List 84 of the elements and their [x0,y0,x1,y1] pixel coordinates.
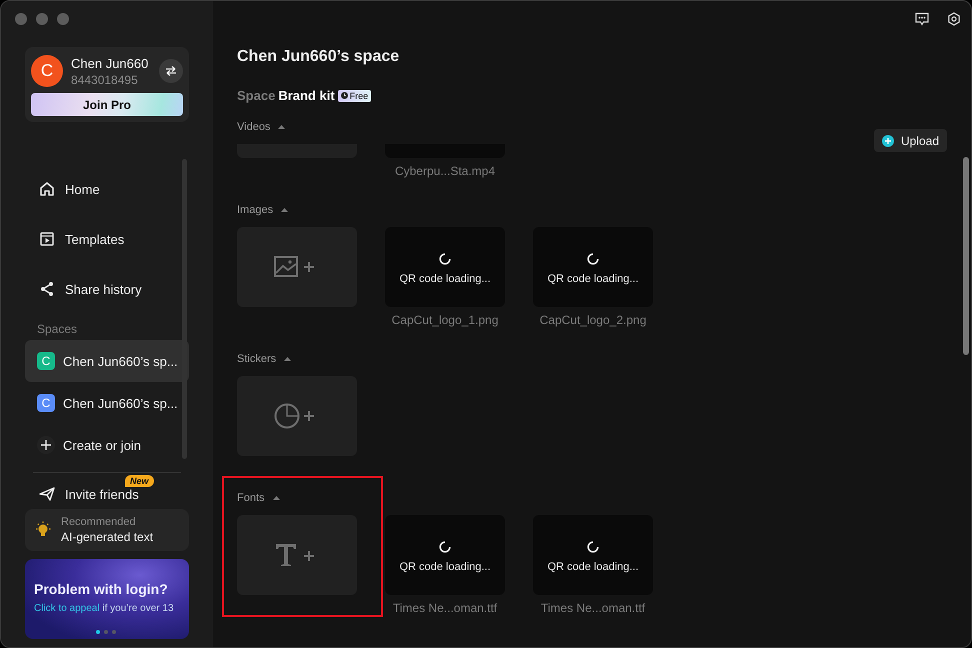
settings-icon [947,12,961,26]
invite-friends-item[interactable]: New Invite friends [25,473,189,507]
carousel-dot[interactable] [112,630,116,634]
new-badge: New [125,475,154,487]
file-name: Times Ne...oman.ttf [392,601,498,615]
collapse-caret-icon [272,496,280,500]
nav-label: Share history [65,282,142,296]
scrollbar[interactable] [182,159,187,459]
nav-item[interactable]: Share history [25,264,189,314]
add-tile[interactable] [237,227,357,307]
spinner-icon [587,541,599,553]
space-avatar: C [37,394,55,412]
space-title: Chen Jun660’s space [237,48,400,66]
invite-friends-label: Invite friends [65,486,139,502]
section-title: Fonts [237,492,265,504]
loading-tile[interactable]: QR code loading... [385,227,505,307]
loading-status: QR code loading... [547,561,639,573]
avatar: C [31,55,63,87]
recommended-title: AI-generated text [61,530,154,544]
tab[interactable]: Brand kit [278,88,335,103]
home-icon [39,181,55,197]
collapse-caret-icon [284,357,292,361]
section-title: Images [237,204,274,216]
loading-status: QR code loading... [547,273,639,285]
zoom-button[interactable] [57,13,69,25]
loading-status: QR code loading... [399,273,491,285]
recommended-caption: Recommended [61,516,137,528]
promo-banner[interactable]: Problem with login? Click to appeal if you’re over 13 [25,559,189,639]
carousel-dot[interactable] [104,630,108,634]
nav-item[interactable]: Home [25,164,189,214]
space-item[interactable]: C Chen Jun660’s sp... [25,340,189,382]
section-title: Videos [237,121,270,133]
add-tile[interactable] [237,515,357,595]
section-title: Stickers [237,353,276,365]
appeal-link[interactable]: Click to appeal [34,603,100,614]
add-tile[interactable] [237,376,357,456]
plus-icon [41,440,51,450]
space-name: Chen Jun660’s sp... [63,396,178,410]
section-label: Spaces [36,321,78,338]
spinner-icon [587,253,599,265]
spinner-icon [439,253,451,265]
user-id: 8443018495 [71,72,139,86]
nav-label: Home [65,182,100,196]
join-pro-button[interactable]: Join Pro [31,93,183,116]
file-name: Times Ne...oman.ttf [540,601,646,615]
swap-arrows-icon [165,65,177,77]
plus-circle-icon [882,134,894,146]
tab[interactable]: Space [237,88,276,103]
settings-button[interactable] [947,12,961,26]
nav-label: Templates [65,232,124,246]
upload-button[interactable]: Upload [874,129,947,152]
create-or-join-label: Create or join [63,438,142,452]
file-name: CapCut_logo_1.png [392,313,498,327]
loading-tile[interactable]: QR code loading... [533,227,653,307]
light-bulb-icon [35,521,51,539]
share-icon [39,281,55,297]
spinner-icon [439,541,451,553]
scrollbar[interactable] [963,157,969,355]
carousel-dot[interactable] [96,630,100,634]
recommendation-card[interactable]: Recommended AI-generated text [25,509,189,551]
loading-tile[interactable]: QR code loading... [533,515,653,595]
banner-text: Click to appeal if you’re over 13 [34,603,175,614]
banner-title: Problem with login? [34,581,169,597]
chat-bubble-icon [915,12,929,26]
clock-icon [340,92,348,99]
close-button[interactable] [15,13,27,25]
space-avatar: C [37,352,55,370]
space-name: Chen Jun660’s sp... [63,354,178,368]
paper-plane-icon [39,486,55,502]
switch-account-button[interactable] [159,59,183,83]
file-name: Cyberpu...Sta.mp4 [394,164,496,178]
collapse-caret-icon [278,125,286,129]
loading-tile[interactable]: QR code loading... [385,515,505,595]
film-frame-icon [39,231,55,247]
file-name: CapCut_logo_2.png [540,313,646,327]
create-or-join-item[interactable]: Create or join [25,424,189,466]
free-badge: Free [338,90,372,102]
feedback-button[interactable] [915,12,929,26]
user-name: Chen Jun660 [71,56,148,70]
collapse-caret-icon [281,208,288,212]
minimize-button[interactable] [36,13,48,25]
nav-item[interactable]: Templates [25,214,189,264]
loading-status: QR code loading... [399,561,491,573]
space-item[interactable]: C Chen Jun660’s sp... [25,382,189,424]
